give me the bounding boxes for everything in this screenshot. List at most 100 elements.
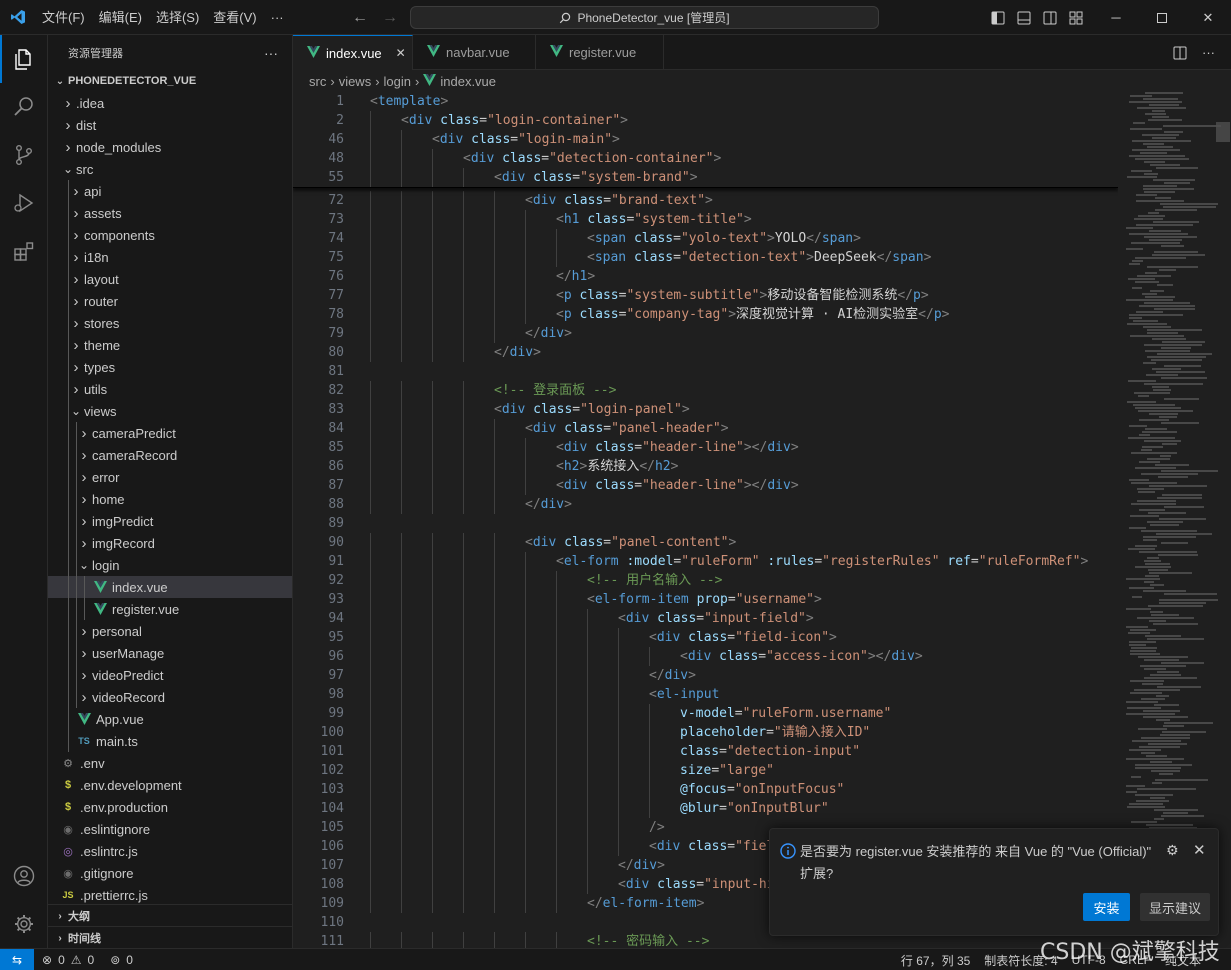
code-line[interactable]: 1 <template> (293, 92, 1118, 111)
outline-section[interactable]: › 大纲 (48, 904, 292, 927)
minimize-icon[interactable]: ─ (1093, 0, 1139, 35)
code-editor[interactable]: 1 <template> 2 <div class="login-container"… (293, 92, 1118, 948)
scroll-thumb[interactable] (1216, 122, 1230, 142)
breadcrumb-item[interactable]: views (339, 74, 372, 89)
code-line[interactable]: 87 <div class="header-line"></div> (293, 476, 1118, 495)
tree-folder[interactable]: › error (48, 466, 292, 488)
more-actions-icon[interactable]: ··· (264, 45, 278, 61)
tree-folder[interactable]: › personal (48, 620, 292, 642)
ports-count[interactable]: 0 (126, 953, 133, 967)
code-line[interactable]: 82 <!-- 登录面板 --> (293, 381, 1118, 400)
more-menu-icon[interactable]: ··· (264, 0, 291, 35)
code-line[interactable]: 79 </div> (293, 324, 1118, 343)
breadcrumb-item[interactable]: src (309, 74, 326, 89)
customize-layout-icon[interactable] (1068, 10, 1084, 26)
code-line[interactable]: 98 <el-input (293, 685, 1118, 704)
error-icon[interactable]: ⊗ (42, 953, 52, 967)
tree-folder[interactable]: › stores (48, 312, 292, 334)
code-line[interactable]: 99 v-model="ruleForm.username" (293, 704, 1118, 723)
tree-folder[interactable]: › .idea (48, 92, 292, 114)
explorer-icon[interactable] (0, 35, 48, 83)
tab-navbar-vue[interactable]: navbar.vue (413, 35, 536, 70)
accounts-icon[interactable] (0, 852, 48, 900)
maximize-icon[interactable] (1139, 0, 1185, 35)
tree-folder[interactable]: ⌄ login (48, 554, 292, 576)
extensions-icon[interactable] (0, 227, 48, 275)
code-line[interactable]: 83 <div class="login-panel"> (293, 400, 1118, 419)
tree-file[interactable]: index.vue (48, 576, 292, 598)
close-icon[interactable]: ✕ (1193, 841, 1206, 859)
code-line[interactable]: 89 (293, 514, 1118, 533)
ports-icon[interactable]: ⊚ (110, 953, 120, 967)
code-line[interactable]: 88 </div> (293, 495, 1118, 514)
code-line[interactable]: 86 <h2>系统接入</h2> (293, 457, 1118, 476)
tree-folder[interactable]: › imgRecord (48, 532, 292, 554)
toggle-panel-icon[interactable] (1016, 10, 1032, 26)
cursor-position[interactable]: 行 67，列 35 (901, 952, 970, 969)
forward-arrow-icon[interactable]: → (382, 9, 398, 27)
workspace-root[interactable]: ⌄ PHONEDETECTOR_VUE (48, 70, 292, 92)
tree-folder[interactable]: › assets (48, 202, 292, 224)
code-line[interactable]: 97 </div> (293, 666, 1118, 685)
tree-file[interactable]: $ .env.development (48, 774, 292, 796)
tree-folder[interactable]: › node_modules (48, 136, 292, 158)
menu-item[interactable]: 文件(F) (35, 0, 92, 35)
tree-folder[interactable]: › utils (48, 378, 292, 400)
vertical-scrollbar[interactable] (1216, 92, 1230, 948)
tree-file[interactable]: ⚙ .env (48, 752, 292, 774)
tree-folder[interactable]: › i18n (48, 246, 292, 268)
code-line[interactable]: 93 <el-form-item prop="username"> (293, 590, 1118, 609)
error-count[interactable]: 0 (58, 953, 65, 967)
tree-file[interactable]: $ .env.production (48, 796, 292, 818)
code-line[interactable]: 48 <div class="detection-container"> (293, 149, 1118, 168)
code-line[interactable]: 75 <span class="detection-text">DeepSeek<… (293, 248, 1118, 267)
command-center-search[interactable]: PhoneDetector_vue [管理员] (410, 6, 879, 29)
tree-folder[interactable]: › router (48, 290, 292, 312)
code-line[interactable]: 102 size="large" (293, 761, 1118, 780)
gear-icon[interactable]: ⚙ (1166, 842, 1179, 859)
split-editor-icon[interactable] (1172, 45, 1188, 61)
code-line[interactable]: 73 <h1 class="system-title"> (293, 210, 1118, 229)
tree-file[interactable]: ◎ .eslintrc.js (48, 840, 292, 862)
minimap[interactable] (1118, 92, 1231, 948)
code-line[interactable]: 91 <el-form :model="ruleForm" :rules="reg… (293, 552, 1118, 571)
code-line[interactable]: 104 @blur="onInputBlur" (293, 799, 1118, 818)
close-window-icon[interactable]: ✕ (1185, 0, 1231, 35)
toggle-secondary-sidebar-icon[interactable] (1042, 10, 1058, 26)
toggle-primary-sidebar-icon[interactable] (990, 10, 1006, 26)
timeline-section[interactable]: › 时间线 (48, 926, 292, 948)
tree-folder[interactable]: › api (48, 180, 292, 202)
menu-item[interactable]: 查看(V) (206, 0, 263, 35)
tree-folder[interactable]: › types (48, 356, 292, 378)
code-line[interactable]: 77 <p class="system-subtitle">移动设备智能检测系统<… (293, 286, 1118, 305)
install-button[interactable]: 安装 (1083, 893, 1130, 921)
code-line[interactable]: 92 <!-- 用户名输入 --> (293, 571, 1118, 590)
tree-file[interactable]: ◉ .gitignore (48, 862, 292, 884)
tree-folder[interactable]: ⌄ views (48, 400, 292, 422)
tree-folder[interactable]: › cameraRecord (48, 444, 292, 466)
code-line[interactable]: 100 placeholder="请输入接入ID" (293, 723, 1118, 742)
tab-index-vue[interactable]: index.vue ✕ (293, 35, 413, 70)
menu-item[interactable]: 选择(S) (149, 0, 206, 35)
code-line[interactable]: 81 (293, 362, 1118, 381)
menu-item[interactable]: 编辑(E) (92, 0, 149, 35)
tree-folder[interactable]: › dist (48, 114, 292, 136)
code-line[interactable]: 94 <div class="input-field"> (293, 609, 1118, 628)
code-line[interactable]: 85 <div class="header-line"></div> (293, 438, 1118, 457)
code-line[interactable]: 46 <div class="login-main"> (293, 130, 1118, 149)
code-line[interactable]: 2 <div class="login-container"> (293, 111, 1118, 130)
source-control-icon[interactable] (0, 131, 48, 179)
code-line[interactable]: 103 @focus="onInputFocus" (293, 780, 1118, 799)
search-view-icon[interactable] (0, 83, 48, 131)
breadcrumb-item[interactable]: login (384, 74, 411, 89)
tree-file[interactable]: TS main.ts (48, 730, 292, 752)
tree-folder[interactable]: › videoRecord (48, 686, 292, 708)
close-tab-icon[interactable]: ✕ (396, 46, 406, 60)
code-line[interactable]: 78 <p class="company-tag">深度视觉计算 · AI检测实验… (293, 305, 1118, 324)
tree-folder[interactable]: › theme (48, 334, 292, 356)
tree-folder[interactable]: › home (48, 488, 292, 510)
code-line[interactable]: 96 <div class="access-icon"></div> (293, 647, 1118, 666)
code-line[interactable]: 95 <div class="field-icon"> (293, 628, 1118, 647)
back-arrow-icon[interactable]: ← (352, 9, 368, 27)
breadcrumb-item[interactable]: index.vue (440, 74, 496, 89)
